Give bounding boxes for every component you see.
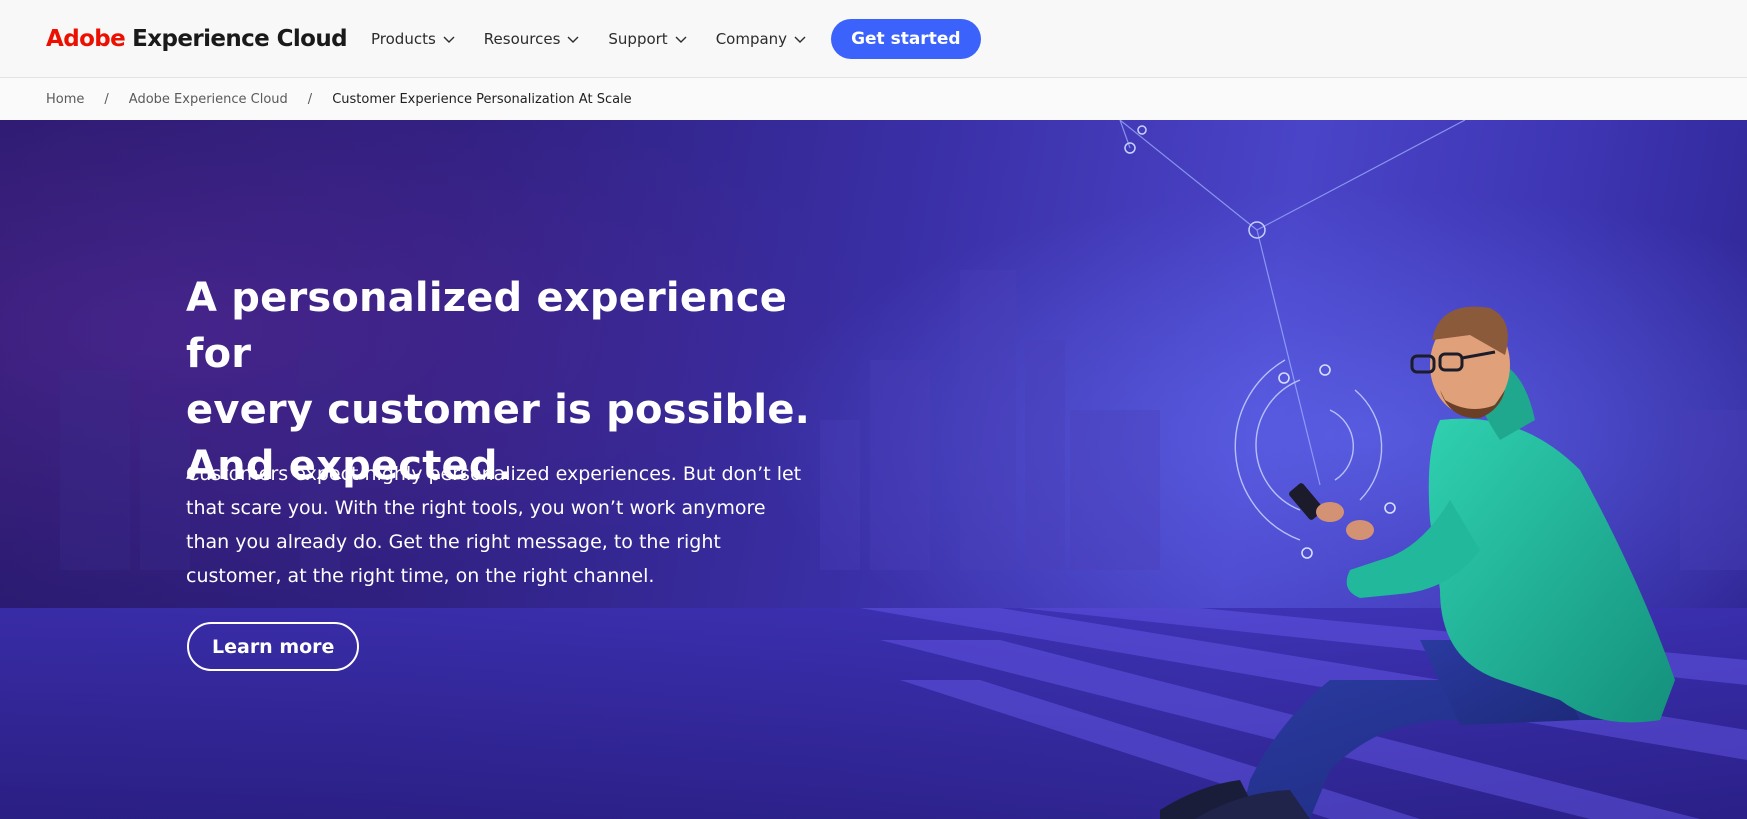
logo-brand: Adobe <box>46 25 126 52</box>
breadcrumb: Home / Adobe Experience Cloud / Customer… <box>0 77 1747 120</box>
nav-company[interactable]: Company <box>716 30 807 48</box>
hero-description-line: that scare you. With the right tools, yo… <box>186 497 766 519</box>
main-menu: Products Resources Support Company Get s… <box>371 18 981 59</box>
chevron-down-icon <box>675 36 687 43</box>
nav-support[interactable]: Support <box>608 30 687 48</box>
chevron-down-icon <box>443 36 455 43</box>
top-navigation: Adobe Experience Cloud Products Resource… <box>0 0 1747 77</box>
nav-company-label: Company <box>715 29 788 48</box>
hero-banner: A personalized experience for every cust… <box>0 120 1747 819</box>
hero-description-line: Customers expect highly personalized exp… <box>186 463 802 485</box>
hero-description: Customers expect highly personalized exp… <box>186 457 806 593</box>
adobe-experience-cloud-logo[interactable]: Adobe Experience Cloud <box>46 25 348 52</box>
hero-description-line: customer, at the right time, on the righ… <box>186 565 655 587</box>
hero-description-line: than you already do. Get the right messa… <box>186 531 721 553</box>
nav-support-label: Support <box>608 29 668 48</box>
nav-products[interactable]: Products <box>371 30 456 48</box>
hero-title-line: every customer is possible. <box>186 387 811 433</box>
hero-title-line: A personalized experience for <box>186 275 788 377</box>
breadcrumb-current: Customer Experience Personalization At S… <box>332 91 632 107</box>
nav-resources[interactable]: Resources <box>484 30 581 48</box>
logo-product: Experience Cloud <box>132 25 347 52</box>
breadcrumb-experience-cloud[interactable]: Adobe Experience Cloud <box>129 92 288 107</box>
get-started-button[interactable]: Get started <box>831 18 981 59</box>
chevron-down-icon <box>567 36 579 43</box>
chevron-down-icon <box>794 36 806 43</box>
breadcrumb-home[interactable]: Home <box>46 92 84 107</box>
learn-more-button[interactable]: Learn more <box>187 622 360 671</box>
breadcrumb-separator: / <box>104 91 109 107</box>
nav-products-label: Products <box>371 29 436 48</box>
breadcrumb-separator: / <box>307 91 313 107</box>
nav-resources-label: Resources <box>483 29 561 48</box>
